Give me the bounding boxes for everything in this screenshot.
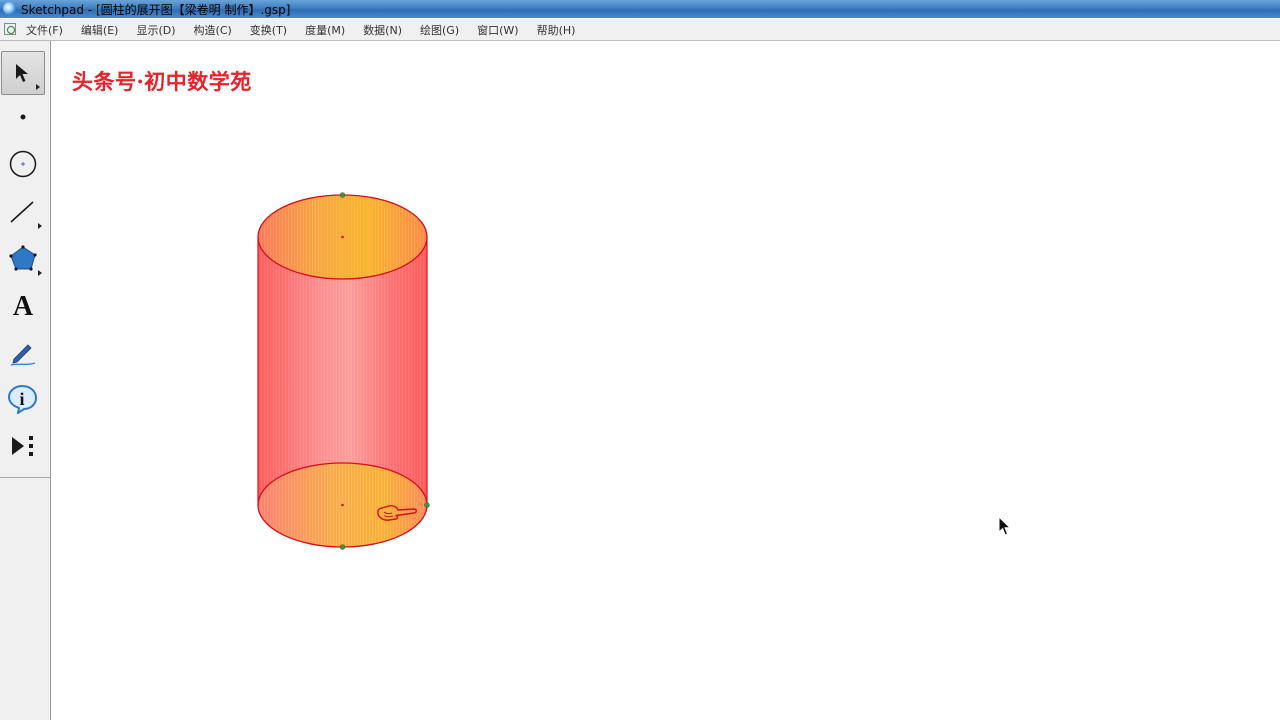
bottom-point[interactable]: [339, 544, 346, 550]
top-center-point[interactable]: [341, 235, 344, 239]
mouse-cursor-icon: [998, 516, 1012, 536]
cylinder-figure[interactable]: [0, 0, 1280, 720]
right-point[interactable]: [424, 502, 430, 508]
top-point[interactable]: [339, 192, 346, 198]
bottom-center-point[interactable]: [341, 503, 344, 507]
